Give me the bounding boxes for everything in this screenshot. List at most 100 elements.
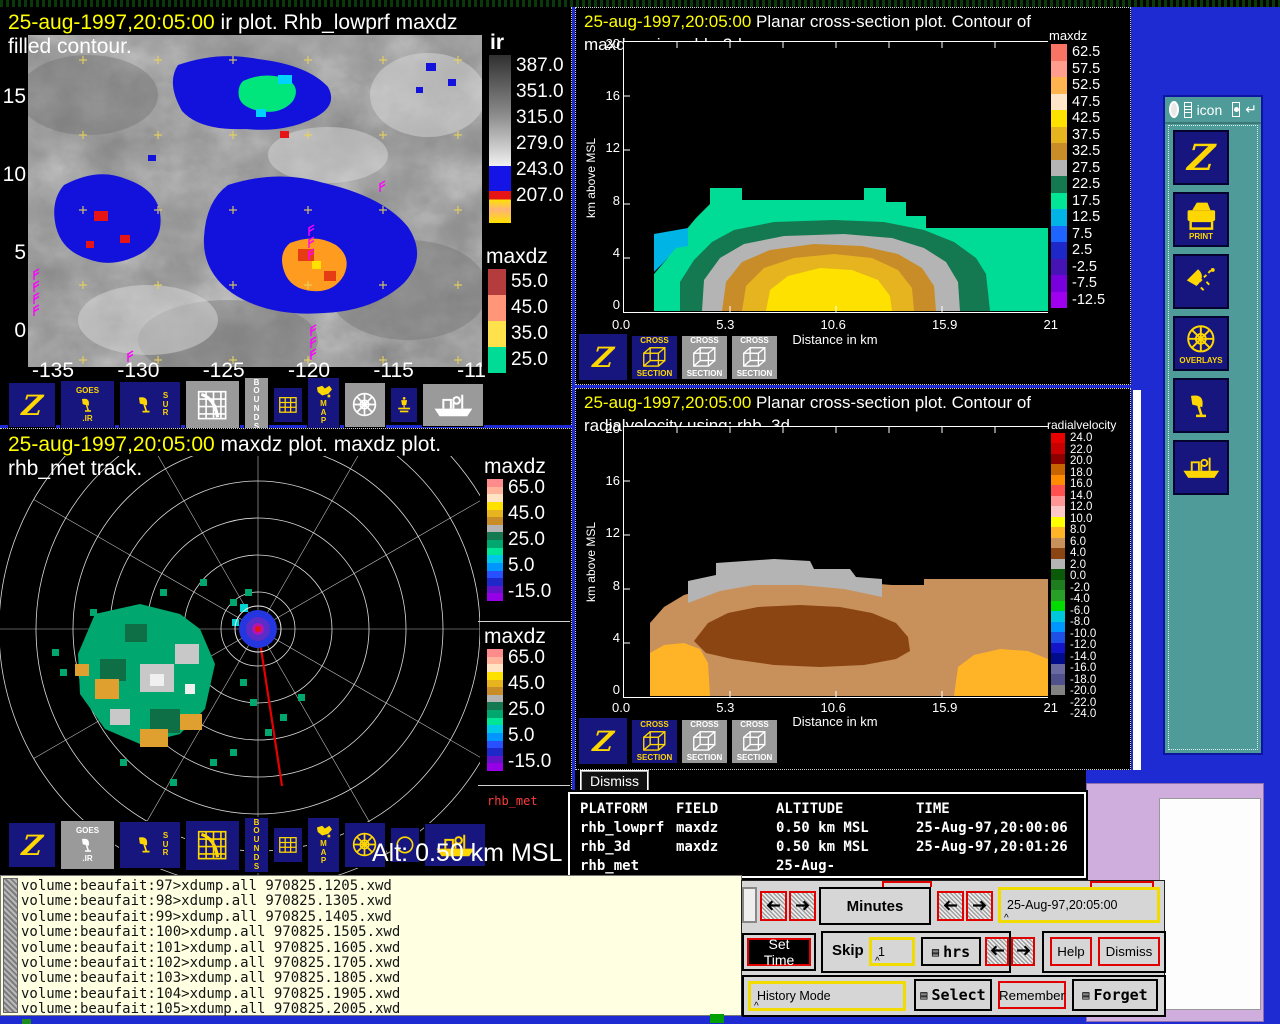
list-item: 15.9 xyxy=(932,317,957,332)
colorbar-segment xyxy=(487,571,503,579)
ship-button[interactable] xyxy=(1173,440,1229,495)
colorbar-tick: 45.0 xyxy=(511,295,548,321)
list-item: 21 xyxy=(1044,700,1058,715)
select-button[interactable]: Select xyxy=(914,979,992,1011)
zeb-logo-button[interactable]: Z xyxy=(578,717,628,765)
history-mode-field[interactable]: History Mode xyxy=(748,981,906,1011)
print-button[interactable]: PRINT xyxy=(1173,192,1229,247)
satellite-button[interactable] xyxy=(1173,254,1229,309)
remember-button[interactable]: Remember xyxy=(998,981,1066,1009)
dismiss-strip xyxy=(575,770,1086,792)
time-units-group: Minutes xyxy=(819,887,931,925)
status-window: PLATFORMFIELDALTITUDETIMErhb_lowprfmaxdz… xyxy=(568,792,1086,878)
skip-value: 1 xyxy=(878,945,885,959)
colorbar-segment xyxy=(1051,433,1065,443)
hrs-label: hrs xyxy=(943,943,970,961)
iconify-icon[interactable] xyxy=(1232,102,1240,117)
cross-section-button-3[interactable]: CROSSSECTION xyxy=(731,719,778,764)
colorbar-tick: -16.0 xyxy=(1070,663,1096,675)
overlay-wheel-button[interactable] xyxy=(344,382,386,428)
sur-radar-button[interactable]: SUR xyxy=(119,821,181,869)
minutes-button[interactable]: Minutes xyxy=(847,898,904,915)
grid-radar-button[interactable] xyxy=(185,380,240,431)
colorbar-segment xyxy=(487,702,503,710)
map-button[interactable]: MAP xyxy=(307,377,340,433)
colorbar-segment xyxy=(487,502,503,510)
time-step-back-button-2[interactable] xyxy=(937,891,964,921)
grid-radar-button[interactable] xyxy=(185,820,240,871)
hours-unit-button[interactable]: hrs xyxy=(921,937,981,966)
forget-button[interactable]: Forget xyxy=(1072,979,1158,1011)
zeb-z-glyph: Z xyxy=(20,389,44,422)
colorbar-segment xyxy=(1051,485,1065,495)
list-item: 15.9 xyxy=(932,700,957,715)
cross-section-button-1[interactable]: CROSSSECTION xyxy=(631,335,678,380)
time-step-back-button[interactable] xyxy=(760,891,787,921)
zeb-logo-button[interactable]: Z xyxy=(578,333,628,381)
colorbar-segment xyxy=(1051,538,1065,548)
desktop-top-strip xyxy=(0,0,1280,7)
radar-ppi-display[interactable] xyxy=(0,456,480,877)
zeb-logo-button[interactable]: Z xyxy=(1173,130,1229,185)
panel-title-line2: filled contour. xyxy=(8,35,132,59)
panel-timestamp: 25-aug-1997,20:05:00 xyxy=(584,393,751,412)
cross-section-button-1[interactable]: CROSSSECTION xyxy=(631,719,678,764)
list-item: 4 xyxy=(598,245,620,260)
colorbar-tick: 55.0 xyxy=(511,269,548,295)
zeb-logo-button[interactable]: Z xyxy=(8,822,56,868)
zeb-logo-button[interactable]: Z xyxy=(8,382,56,428)
sat-yellow-core xyxy=(312,261,321,269)
panel-title: maxdz plot. maxdz plot. xyxy=(215,433,441,456)
colorbar-segment xyxy=(1051,611,1065,621)
colorbar-tick: 62.5 xyxy=(1072,44,1105,61)
colormap-canvas xyxy=(1159,798,1261,1010)
overlays-button[interactable]: OVERLAYS xyxy=(1173,316,1229,371)
panel-title: ir plot. Rhb_lowprf maxdz xyxy=(215,11,458,34)
colorbar-tick: 45.0 xyxy=(508,673,551,695)
radar-ppi-panel: 25-aug-1997,20:05:00 maxdz plot. maxdz p… xyxy=(0,428,572,877)
colorbar-tick: 32.5 xyxy=(1072,143,1105,160)
help-button[interactable]: Help xyxy=(1050,937,1092,966)
colorbar-segment xyxy=(487,586,503,594)
skip-input-field[interactable]: 1 xyxy=(869,937,915,966)
colorbar-segment xyxy=(1051,643,1065,653)
window-menu-icon[interactable] xyxy=(1169,101,1179,118)
dialog-dismiss-button[interactable]: Dismiss xyxy=(1098,937,1160,966)
contour-plot[interactable] xyxy=(623,426,1048,698)
goes-ir-button[interactable]: GOES.IR xyxy=(60,380,115,430)
skip-decrement-button[interactable] xyxy=(985,937,1009,966)
colorbar-segment xyxy=(1051,242,1067,259)
ship-button[interactable] xyxy=(422,383,484,427)
colorbar-tick: -8.0 xyxy=(1070,617,1096,629)
sur-radar-button[interactable]: SUR xyxy=(119,381,181,429)
colorbar-tick: 5.0 xyxy=(508,555,551,577)
subgrid-button[interactable] xyxy=(273,827,303,863)
cross-section-button-2[interactable]: CROSSSECTION xyxy=(681,335,728,380)
buoy-button[interactable] xyxy=(390,387,418,423)
radar-dish-button[interactable] xyxy=(1173,378,1229,433)
skip-increment-button[interactable] xyxy=(1011,937,1035,966)
time-input-field[interactable]: 25-Aug-97,20:05:00 xyxy=(998,887,1160,923)
time-step-forward-button-2[interactable] xyxy=(966,891,993,921)
colorbar-segment xyxy=(488,347,506,373)
map-button[interactable]: MAP xyxy=(307,817,340,873)
contour-plot[interactable] xyxy=(623,41,1048,313)
goes-ir-button[interactable]: GOES.IR xyxy=(60,820,115,870)
satellite-panel: 25-aug-1997,20:05:00 ir plot. Rhb_lowprf… xyxy=(0,7,572,425)
colorbar-segment xyxy=(487,664,503,672)
status-cell: PLATFORM xyxy=(580,800,676,819)
zeb-z-glyph: Z xyxy=(591,725,615,758)
status-cell: 0.50 km MSL xyxy=(776,819,916,838)
set-time-button[interactable]: Set Time xyxy=(747,938,811,966)
satellite-image[interactable] xyxy=(28,35,482,367)
cross-section-button-2[interactable]: CROSSSECTION xyxy=(681,719,728,764)
dismiss-button[interactable]: Dismiss xyxy=(580,770,649,792)
cross-section-button-3[interactable]: CROSSSECTION xyxy=(731,335,778,380)
terminal-scrollbar[interactable] xyxy=(3,878,18,1013)
restore-icon[interactable]: ↵ xyxy=(1245,101,1257,118)
subgrid-button[interactable] xyxy=(273,387,303,423)
colorbar-tick: -12.5 xyxy=(1072,292,1105,309)
bounds-button[interactable]: BOUNDS xyxy=(244,817,269,873)
bounds-button[interactable]: BOUNDS xyxy=(244,377,269,433)
time-step-forward-button[interactable] xyxy=(789,891,816,921)
